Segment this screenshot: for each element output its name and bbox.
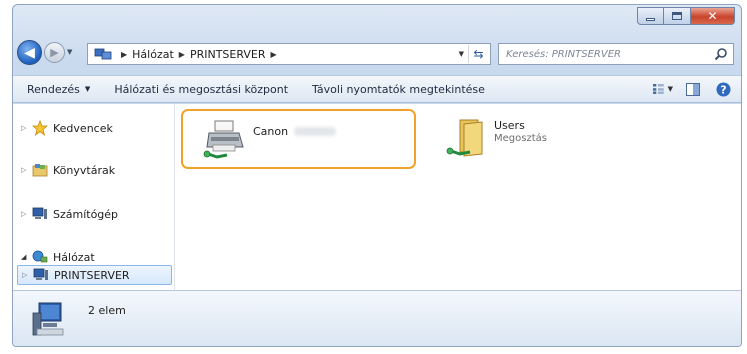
file-list[interactable]: Canon Users Megosztás <box>179 104 741 290</box>
network-center-label: Hálózati és megosztási központ <box>114 82 289 96</box>
sidebar-item-label: PRINTSERVER <box>54 268 130 282</box>
computer-icon <box>31 206 49 222</box>
preview-pane-icon <box>686 82 700 96</box>
chevron-down-icon: ▼ <box>84 85 91 93</box>
sidebar-item-label: Számítógép <box>53 207 119 221</box>
breadcrumb-halozat[interactable]: Hálózat <box>132 48 174 61</box>
refresh-button[interactable]: ⇆ <box>468 45 488 63</box>
address-dropdown[interactable]: ▼ <box>459 50 464 58</box>
help-icon: ? <box>716 82 730 96</box>
expand-arrow-icon[interactable]: ▷ <box>21 124 31 132</box>
printer-item-canon[interactable]: Canon <box>181 109 416 169</box>
address-bar[interactable]: ▶ Hálózat ▶ PRINTSERVER ▶ ▼ ⇆ <box>87 43 491 65</box>
caption-buttons: ✕ <box>637 7 735 25</box>
server-icon <box>32 267 50 283</box>
folder-item-users[interactable]: Users Megosztás <box>444 116 644 171</box>
sidebar-item-network[interactable]: ◢ Hálózat <box>21 247 95 267</box>
breadcrumb-separator[interactable]: ▶ <box>121 50 127 59</box>
preview-pane-button[interactable] <box>683 81 703 97</box>
sidebar-item-label: Könyvtárak <box>53 163 116 177</box>
view-remote-printers-button[interactable]: Távoli nyomtatók megtekintése <box>312 83 485 96</box>
sidebar-item-libraries[interactable]: ▷ Könyvtárak <box>21 160 115 180</box>
network-icon <box>31 249 49 265</box>
change-view-button[interactable]: ▼ <box>653 81 673 97</box>
expand-arrow-icon[interactable]: ▷ <box>21 210 31 218</box>
breadcrumb-separator[interactable]: ▶ <box>179 50 185 59</box>
printer-item-text: Canon <box>253 125 337 138</box>
back-arrow-icon: ◀ <box>24 44 35 61</box>
shared-folder-icon <box>446 119 483 157</box>
folder-item-text: Users Megosztás <box>494 119 547 144</box>
breadcrumb-printserver[interactable]: PRINTSERVER <box>190 48 266 61</box>
close-button[interactable]: ✕ <box>691 7 735 25</box>
search-box[interactable] <box>498 43 734 65</box>
search-icon[interactable] <box>714 47 728 61</box>
chevron-down-icon: ▼ <box>667 85 673 93</box>
folder-subtitle: Megosztás <box>494 133 547 144</box>
navigation-bar: ◀ ▶ ▼ ▶ Hálózat ▶ PRINTSERVER ▶ ▼ ⇆ <box>13 37 741 71</box>
maximize-button[interactable] <box>664 7 691 25</box>
server-icon <box>32 302 64 336</box>
forward-arrow-icon: ▶ <box>50 46 59 59</box>
toolbar-right-group: ▼ ? <box>643 81 733 97</box>
library-icon <box>31 162 49 178</box>
sidebar-item-label: Kedvencek <box>53 121 113 135</box>
recent-pages-dropdown[interactable]: ▼ <box>67 48 72 56</box>
expand-arrow-icon[interactable]: ▷ <box>22 271 32 279</box>
back-button[interactable]: ◀ <box>17 40 42 65</box>
breadcrumb-separator[interactable]: ▶ <box>271 50 277 59</box>
view-options-icon <box>653 84 664 94</box>
sidebar-item-computer[interactable]: ▷ Számítógép <box>21 204 118 224</box>
shared-printer-icon <box>203 120 244 159</box>
minimize-button[interactable] <box>637 7 664 25</box>
command-bar: Rendezés ▼ Hálózati és megosztási közpon… <box>13 75 741 103</box>
navigation-pane[interactable]: ▷ Kedvencek ▷ Könyvtárak ▷ Számítógép ◢ … <box>13 104 175 290</box>
sidebar-item-favorites[interactable]: ▷ Kedvencek <box>21 118 113 138</box>
printer-name: Canon <box>253 125 337 138</box>
maximize-icon <box>672 12 682 20</box>
organize-label: Rendezés <box>27 82 80 96</box>
network-center-button[interactable]: Hálózati és megosztási központ <box>114 83 288 96</box>
close-icon: ✕ <box>707 9 718 23</box>
expand-arrow-icon[interactable]: ▷ <box>21 166 31 174</box>
details-pane: 2 elem <box>13 290 741 346</box>
redacted-model <box>294 127 337 136</box>
explorer-window: ✕ ◀ ▶ ▼ ▶ Hálózat ▶ PRINTSERVER ▶ ▼ ⇆ Ke… <box>12 4 742 347</box>
organize-button[interactable]: Rendezés ▼ <box>27 83 90 96</box>
star-icon <box>31 120 49 136</box>
forward-button[interactable]: ▶ <box>44 42 65 63</box>
sidebar-item-printserver[interactable]: ▷ PRINTSERVER <box>17 265 172 285</box>
search-input[interactable] <box>506 48 706 60</box>
collapse-arrow-icon[interactable]: ◢ <box>21 253 31 261</box>
folder-name: Users <box>494 119 525 132</box>
refresh-icon: ⇆ <box>473 47 484 61</box>
sidebar-item-label: Hálózat <box>53 250 95 264</box>
help-button[interactable]: ? <box>713 81 733 97</box>
printer-name-label: Canon <box>253 125 289 138</box>
explorer-body: ▷ Kedvencek ▷ Könyvtárak ▷ Számítógép ◢ … <box>13 104 741 290</box>
svg-text:?: ? <box>720 83 726 96</box>
item-count: 2 elem <box>88 304 126 317</box>
view-remote-printers-label: Távoli nyomtatók megtekintése <box>312 82 485 96</box>
network-icon <box>94 48 112 59</box>
minimize-icon <box>646 17 655 21</box>
